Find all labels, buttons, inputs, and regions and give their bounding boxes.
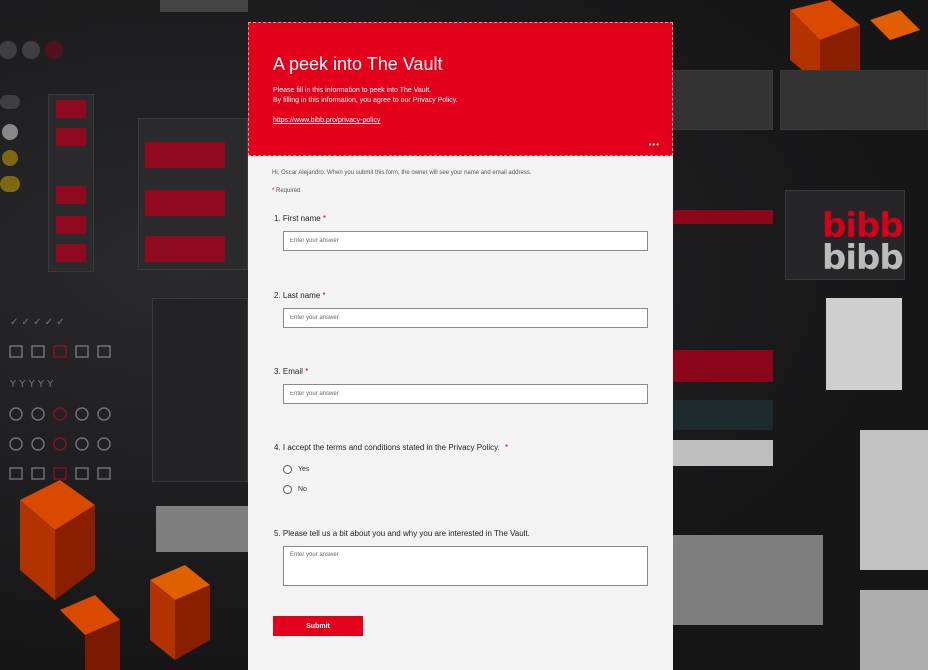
question-label: 3. Email *	[274, 367, 649, 377]
question-label: 2. Last name *	[274, 291, 649, 301]
question-terms: 4. I accept the terms and conditions sta…	[274, 443, 649, 499]
form-header: A peek into The Vault Please fill in thi…	[248, 22, 673, 156]
required-star: *	[322, 291, 326, 300]
question-about-you: 5. Please tell us a bit about you and wh…	[274, 529, 649, 586]
question-label-text: 4. I accept the terms and conditions sta…	[274, 443, 500, 452]
submit-button[interactable]: Submit	[273, 616, 363, 636]
first-name-input[interactable]	[283, 231, 648, 251]
question-label-text: 5. Please tell us a bit about you and wh…	[274, 529, 530, 538]
question-label-text: 3. Email	[274, 367, 303, 376]
svg-text:✓ ✓ ✓ ✓ ✓: ✓ ✓ ✓ ✓ ✓	[10, 317, 65, 328]
radio-option-yes[interactable]: Yes	[283, 459, 649, 479]
question-label: 1. First name *	[274, 214, 649, 224]
radio-option-no[interactable]: No	[283, 479, 649, 499]
svg-text:Y Y Y Y Y: Y Y Y Y Y	[9, 379, 54, 390]
email-input[interactable]	[283, 384, 648, 404]
background-logo-grey: bibb	[822, 238, 904, 278]
form-description-line2: By filling in this information, you agre…	[273, 97, 458, 104]
ellipsis-icon[interactable]: •••	[649, 140, 660, 149]
question-last-name: 2. Last name *	[274, 291, 649, 328]
background-cubes-bottom	[20, 480, 210, 670]
radio-label-no: No	[298, 485, 307, 493]
question-label-text: 1. First name	[274, 214, 321, 223]
required-note-text: Required	[276, 188, 301, 194]
form-title: A peek into The Vault	[273, 54, 443, 74]
identity-notice: Hi, Oscar Alejandro. When you submit thi…	[272, 170, 532, 176]
about-you-textarea[interactable]	[283, 546, 648, 586]
form-container: A peek into The Vault Please fill in thi…	[248, 22, 673, 670]
required-star: *	[272, 188, 275, 194]
required-star: *	[504, 443, 509, 452]
question-label-text: 2. Last name	[274, 291, 321, 300]
question-label: 4. I accept the terms and conditions sta…	[274, 443, 649, 453]
form-body: Hi, Oscar Alejandro. When you submit thi…	[248, 156, 673, 194]
question-label: 5. Please tell us a bit about you and wh…	[274, 529, 649, 539]
required-star: *	[305, 367, 309, 376]
radio-label-yes: Yes	[298, 465, 310, 473]
last-name-input[interactable]	[283, 308, 648, 328]
question-first-name: 1. First name *	[274, 214, 649, 251]
required-star: *	[322, 214, 327, 223]
radio-button[interactable]	[283, 484, 292, 494]
privacy-policy-link[interactable]: https://www.bibb.pro/privacy-policy	[273, 116, 380, 126]
radio-button[interactable]	[283, 464, 292, 474]
form-description-line1: Please fill in this information to peek …	[273, 87, 432, 94]
required-note: * Required	[272, 188, 649, 194]
question-email: 3. Email *	[274, 367, 649, 404]
